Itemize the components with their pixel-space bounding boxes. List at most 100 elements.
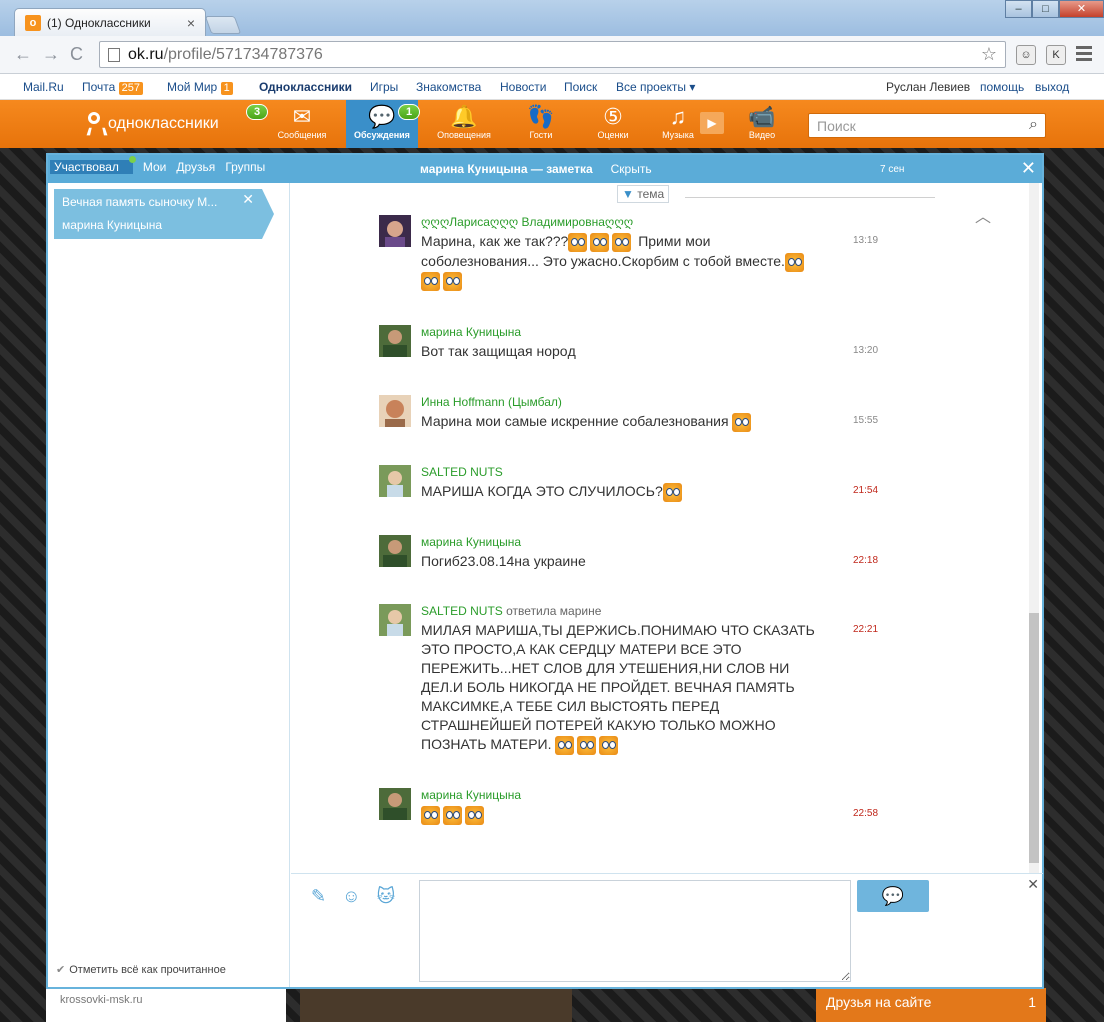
page-icon (108, 47, 120, 62)
new-tab-button[interactable] (204, 16, 242, 34)
extension-k-icon[interactable]: K (1046, 45, 1066, 65)
discussion-title-text[interactable]: марина Куницына — заметка (420, 162, 593, 176)
message-author[interactable]: SALTED NUTS ответила марине (421, 604, 821, 618)
nav-video-label: Видео (748, 130, 776, 140)
mark-all-read-button[interactable]: ✔ Отметить всё как прочитанное (56, 963, 226, 976)
address-bar[interactable]: ok.ru/profile/571734787376 ☆ (99, 41, 1006, 68)
window-close-button[interactable]: ✕ (1059, 0, 1104, 18)
back-arrow-icon[interactable]: ← (14, 44, 32, 65)
emoji-icon (443, 272, 462, 292)
avatar[interactable] (379, 325, 411, 357)
maximize-button[interactable]: □ (1032, 0, 1059, 18)
message-time: 13:20 (853, 345, 879, 356)
avatar[interactable] (379, 215, 411, 247)
mailru-link[interactable]: Mail.Ru (23, 80, 64, 94)
emoji-icon (421, 272, 440, 292)
compose-close-icon[interactable]: ✕ (1027, 876, 1039, 893)
send-button[interactable]: 💬 (857, 880, 929, 912)
topic-toggle[interactable]: ▼ тема (617, 185, 670, 203)
tab-friends[interactable]: Друзья (176, 160, 215, 174)
avatar[interactable] (379, 395, 411, 427)
friends-online-count: 1 (1028, 994, 1036, 1010)
nav-ratings-label: Оценки (597, 130, 629, 140)
tab-participated[interactable]: Участвовал (50, 156, 136, 174)
message-author[interactable]: Инна Hoffmann (Цымбал) (421, 395, 821, 409)
all-projects-link[interactable]: Все проекты ▾ (616, 80, 695, 94)
five-rating-icon: ⑤ (603, 104, 623, 129)
ok-toolbar: одноклассники ✉ Сообщения 3 💬 Обсуждения… (0, 100, 1104, 148)
music-play-icon[interactable]: ▶ (700, 112, 724, 134)
tab-close-icon[interactable]: × (187, 15, 195, 31)
nav-guests[interactable]: 👣 Гости (505, 100, 577, 148)
message-author[interactable]: марина Куницына (421, 535, 821, 549)
tab-mine[interactable]: Мои (143, 160, 167, 174)
moimir-link[interactable]: Мой Мир 1 (167, 80, 233, 95)
message-input[interactable] (419, 880, 851, 982)
znakomstva-link[interactable]: Знакомства (416, 80, 481, 94)
ok-search-box[interactable]: Поиск ⌕ (808, 113, 1046, 138)
avatar[interactable] (379, 465, 411, 497)
message-author[interactable]: SALTED NUTS (421, 465, 821, 479)
message-author[interactable]: ღღღЛарисаღღღ Владимировнаღღღ (421, 215, 821, 229)
message-text-part: МАРИША КОГДА ЭТО СЛУЧИЛОСЬ? (421, 483, 663, 499)
forward-arrow-icon[interactable]: → (42, 44, 60, 65)
user-name[interactable]: Руслан Левиев (886, 80, 970, 94)
pochta-label: Почта (82, 80, 116, 94)
friends-online-bar[interactable]: Друзья на сайте 1 (816, 988, 1046, 1022)
scrollbar-thumb[interactable] (1029, 613, 1039, 863)
nav-discussions-label: Обсуждения (354, 130, 410, 140)
discussion-title: марина Куницына — заметка Скрыть (420, 162, 652, 176)
tab-groups[interactable]: Группы (225, 160, 265, 174)
avatar[interactable] (379, 604, 411, 636)
nav-notifications[interactable]: 🔔 Оповещения (428, 100, 500, 148)
message-text: МАРИША КОГДА ЭТО СЛУЧИЛОСЬ? (421, 482, 821, 502)
emoji-icon (599, 735, 619, 755)
bookmark-star-icon[interactable]: ☆ (981, 44, 997, 65)
pochta-link[interactable]: Почта 257 (82, 80, 144, 95)
nav-ratings[interactable]: ⑤ Оценки (577, 100, 649, 148)
nav-music-label: Музыка (662, 130, 694, 140)
message-author[interactable]: марина Куницына (421, 788, 821, 802)
discussion-item-title: Вечная память сыночку М... (62, 195, 218, 209)
mark-all-read-label: Отметить всё как прочитанное (69, 964, 226, 976)
message-time: 22:58 (853, 808, 879, 819)
browser-toolbar: ← → C ok.ru/profile/571734787376 ☆ ☺ K (0, 36, 1104, 74)
message-author[interactable]: марина Куницына (421, 325, 821, 339)
reply-indicator[interactable]: ответила марине (506, 604, 601, 618)
message-time: 22:21 (853, 624, 879, 635)
reload-icon[interactable]: C (70, 44, 83, 65)
avatar[interactable] (379, 788, 411, 820)
ok-logo-icon (86, 112, 102, 136)
remove-discussion-icon[interactable]: ✕ (242, 191, 254, 208)
exit-link[interactable]: выход (1035, 80, 1069, 94)
igry-link[interactable]: Игры (370, 80, 398, 94)
message-thread: ▼ тема ︿ ღღღЛарисаღღღ Владимировнаღღღ Ма… (291, 183, 1043, 873)
nav-video[interactable]: 📹 Видео (726, 100, 798, 148)
odnoklassniki-link[interactable]: Одноклассники (259, 80, 352, 94)
chevron-up-icon[interactable]: ︿ (975, 203, 991, 227)
url-host: ok.ru (128, 45, 164, 63)
minimize-button[interactable]: – (1005, 0, 1032, 18)
novosti-link[interactable]: Новости (500, 80, 546, 94)
search-icon[interactable]: ⌕ (1029, 116, 1038, 134)
browser-menu-icon[interactable] (1076, 46, 1092, 64)
panel-close-icon[interactable]: ✕ (1021, 158, 1036, 179)
extension-avatar-icon[interactable]: ☺ (1016, 45, 1036, 65)
browser-tab[interactable]: о (1) Одноклассники × (14, 8, 206, 36)
ok-logo[interactable]: одноклассники (86, 112, 219, 136)
cat-sticker-icon[interactable]: 🐱 (376, 886, 395, 907)
message-time: 22:18 (853, 555, 879, 566)
discussion-list-item[interactable]: Вечная память сыночку М... марина Куницы… (54, 189, 274, 239)
footprints-icon: 👣 (527, 104, 555, 129)
message-scrollbar[interactable] (1029, 183, 1039, 873)
compose-area: ✎ ☺ 🐱 💬 ✕ (291, 873, 1043, 989)
emoji-icon (421, 805, 440, 825)
help-link[interactable]: помощь (980, 80, 1024, 94)
message-text (421, 805, 821, 825)
avatar[interactable] (379, 535, 411, 567)
smiley-icon[interactable]: ☺ (342, 886, 360, 907)
poisk-link[interactable]: Поиск (564, 80, 597, 94)
pencil-icon[interactable]: ✎ (311, 886, 326, 907)
nav-messages[interactable]: ✉ Сообщения (266, 100, 338, 148)
hide-link[interactable]: Скрыть (611, 162, 652, 176)
